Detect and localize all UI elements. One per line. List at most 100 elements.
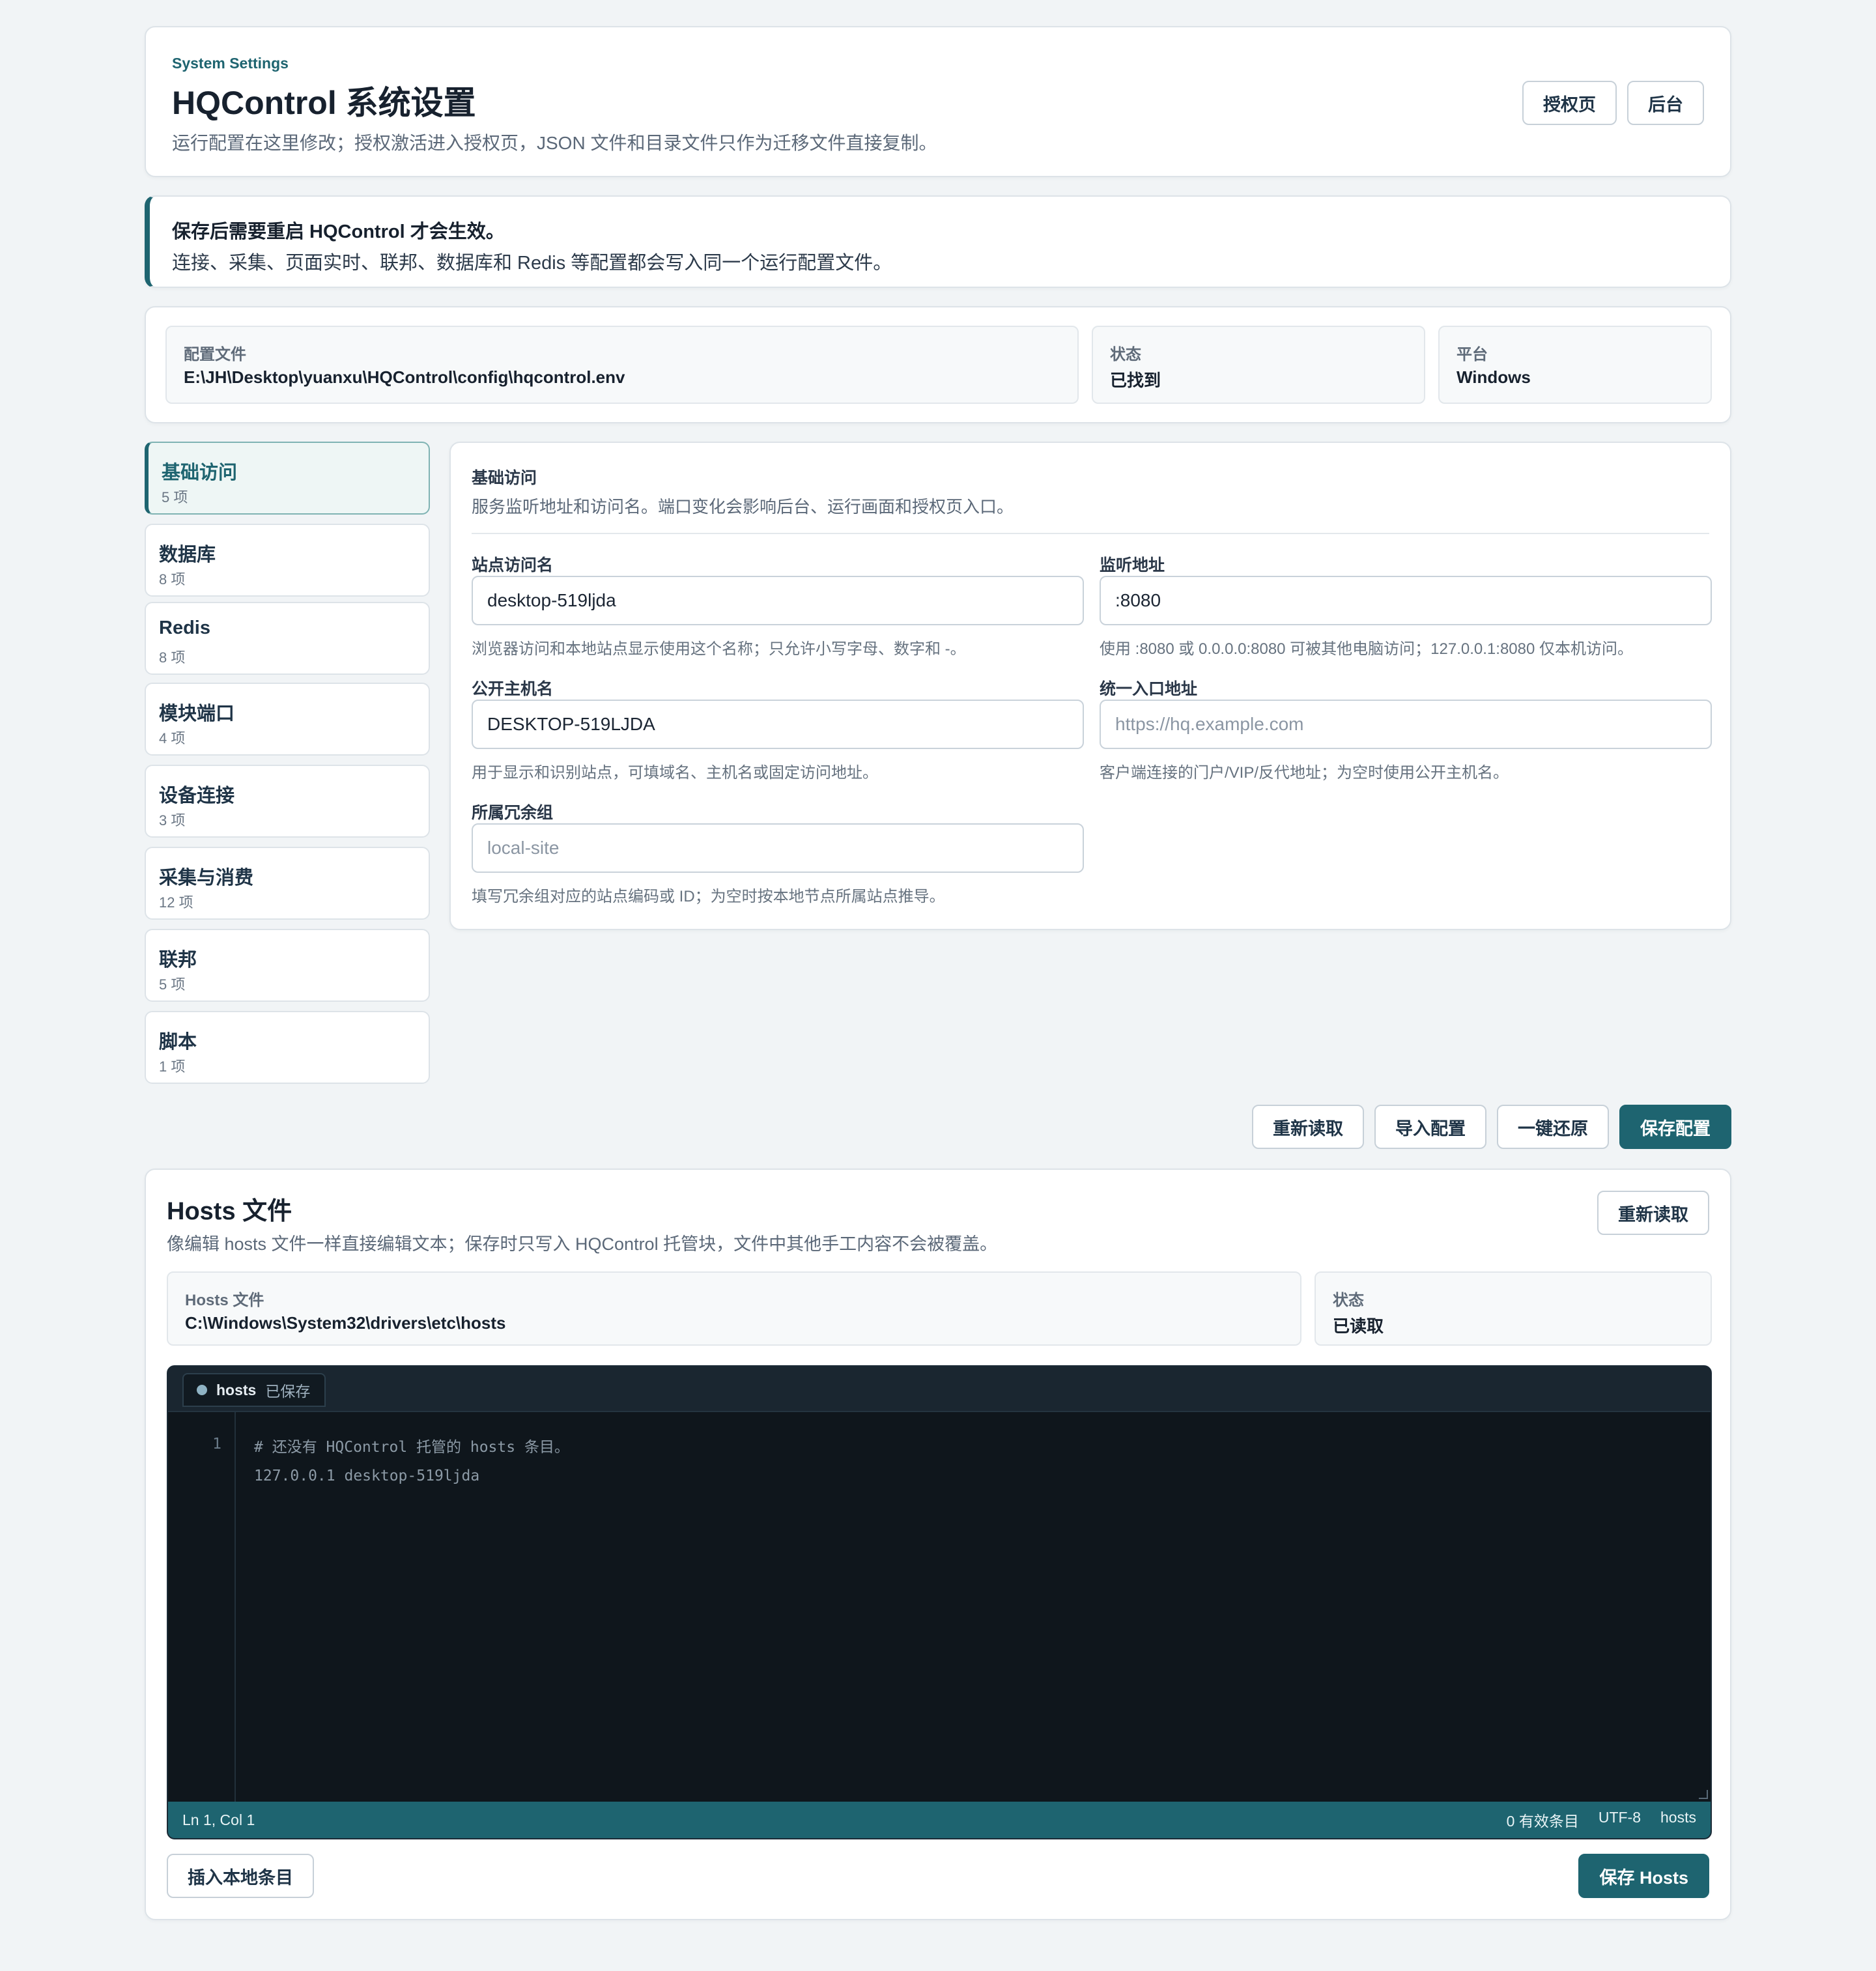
sidebar-item-label: 模块端口: [159, 703, 235, 724]
saved-dot-icon: [197, 1385, 207, 1395]
editor-gutter: 1: [168, 1412, 236, 1802]
form-divider: [472, 533, 1709, 534]
config-file-label: 配置文件: [184, 346, 246, 363]
listen-address-input[interactable]: [1100, 576, 1712, 625]
listen-address-help: 使用 :8080 或 0.0.0.0:8080 可被其他电脑访问；127.0.0…: [1100, 640, 1633, 658]
restart-notice: 保存后需要重启 HQControl 才会生效。 连接、采集、页面实时、联邦、数据…: [145, 195, 1731, 288]
editor-tab-state: 已保存: [265, 1383, 311, 1400]
listen-address-field: 监听地址 使用 :8080 或 0.0.0.0:8080 可被其他电脑访问；12…: [1100, 552, 1712, 659]
page-title: HQControl 系统设置: [172, 85, 476, 121]
sidebar-item-count: 12 项: [159, 894, 193, 911]
sidebar-item-count: 4 项: [159, 730, 186, 746]
sidebar-item-count: 8 项: [159, 649, 186, 666]
platform-value: Windows: [1457, 367, 1531, 387]
redundancy-group-field: 所属冗余组 填写冗余组对应的站点编码或 ID；为空时按本地节点所属站点推导。: [472, 800, 1084, 906]
sidebar-item-device-connection[interactable]: 设备连接 3 项: [145, 765, 430, 838]
redundancy-group-input[interactable]: [472, 823, 1084, 873]
config-status-tile: 状态 已找到: [1092, 326, 1425, 404]
site-name-field: 站点访问名 浏览器访问和本地站点显示使用这个名称；只允许小写字母、数字和 -。: [472, 552, 1084, 659]
language-label: hosts: [1660, 1809, 1696, 1826]
hosts-title: Hosts 文件: [167, 1198, 292, 1225]
hosts-status-label: 状态: [1333, 1292, 1364, 1309]
reload-hosts-button[interactable]: 重新读取: [1597, 1191, 1709, 1235]
sidebar-item-count: 8 项: [159, 571, 186, 588]
header-actions: 授权页 后台: [1522, 81, 1704, 125]
encoding-label: UTF-8: [1598, 1809, 1642, 1826]
editor-status-bar: Ln 1, Col 1 0 有效条目 UTF-8 hosts: [168, 1802, 1711, 1838]
config-actions: 重新读取 导入配置 一键还原 保存配置: [1252, 1105, 1731, 1149]
editor-tab-name: hosts: [216, 1381, 257, 1398]
redundancy-group-help: 填写冗余组对应的站点编码或 ID；为空时按本地节点所属站点推导。: [472, 888, 945, 905]
form-description: 服务监听地址和访问名。端口变化会影响后台、运行画面和授权页入口。: [472, 497, 1014, 517]
sidebar-item-federation[interactable]: 联邦 5 项: [145, 929, 430, 1002]
sidebar-item-collect-consume[interactable]: 采集与消费 12 项: [145, 847, 430, 920]
sidebar-item-module-ports[interactable]: 模块端口 4 项: [145, 683, 430, 756]
hosts-description: 像编辑 hosts 文件一样直接编辑文本；保存时只写入 HQControl 托管…: [167, 1234, 998, 1254]
sidebar-item-basic-access[interactable]: 基础访问 5 项: [145, 442, 430, 515]
sidebar-item-count: 5 项: [162, 489, 188, 505]
hosts-status-value: 已读取: [1333, 1316, 1384, 1336]
config-status-label: 状态: [1110, 346, 1141, 363]
editor-tab-hosts[interactable]: hosts 已保存: [182, 1373, 326, 1407]
notice-body: 连接、采集、页面实时、联邦、数据库和 Redis 等配置都会写入同一个运行配置文…: [172, 253, 892, 274]
sidebar-item-label: 脚本: [159, 1032, 197, 1053]
sidebar-item-label: 基础访问: [162, 462, 238, 483]
entry-url-field: 统一入口地址 客户端连接的门户/VIP/反代地址；为空时使用公开主机名。: [1100, 676, 1712, 782]
import-config-button[interactable]: 导入配置: [1374, 1105, 1486, 1149]
header-eyebrow: System Settings: [172, 55, 289, 72]
restore-config-button[interactable]: 一键还原: [1497, 1105, 1609, 1149]
cursor-position: Ln 1, Col 1: [182, 1811, 255, 1828]
notice-title: 保存后需要重启 HQControl 才会生效。: [172, 221, 505, 242]
sidebar-item-database[interactable]: 数据库 8 项: [145, 524, 430, 597]
public-host-help: 用于显示和识别站点，可填域名、主机名或固定访问地址。: [472, 764, 878, 782]
sidebar-item-count: 3 项: [159, 812, 186, 829]
admin-button[interactable]: 后台: [1627, 81, 1704, 125]
insert-local-entry-button[interactable]: 插入本地条目: [167, 1854, 314, 1898]
reload-config-button[interactable]: 重新读取: [1252, 1105, 1364, 1149]
sidebar-item-label: 采集与消费: [159, 868, 254, 888]
sidebar-item-script[interactable]: 脚本 1 项: [145, 1011, 430, 1084]
site-name-label: 站点访问名: [472, 556, 554, 574]
resize-handle-icon[interactable]: [1699, 1790, 1708, 1799]
public-host-field: 公开主机名 用于显示和识别站点，可填域名、主机名或固定访问地址。: [472, 676, 1084, 782]
platform-label: 平台: [1457, 346, 1488, 363]
hosts-status-tile: 状态 已读取: [1315, 1271, 1712, 1346]
hosts-file-label: Hosts 文件: [185, 1292, 264, 1309]
valid-entries-count: 0 有效条目: [1506, 1813, 1579, 1830]
sidebar-item-label: Redis: [159, 617, 210, 638]
line-number: 1: [212, 1436, 221, 1453]
listen-address-label: 监听地址: [1100, 556, 1165, 574]
sidebar-item-label: 数据库: [159, 545, 216, 565]
status-right: 0 有效条目 UTF-8 hosts: [1507, 1809, 1696, 1831]
sidebar-item-count: 1 项: [159, 1058, 186, 1075]
sidebar-item-count: 5 项: [159, 976, 186, 993]
editor-tab-bar: hosts 已保存: [168, 1367, 1711, 1412]
platform-tile: 平台 Windows: [1438, 326, 1712, 404]
config-file-path: E:\JH\Desktop\yuanxu\HQControl\config\hq…: [184, 367, 625, 387]
public-host-label: 公开主机名: [472, 680, 554, 698]
hosts-file-path: C:\Windows\System32\drivers\etc\hosts: [185, 1313, 506, 1333]
sidebar-item-redis[interactable]: Redis 8 项: [145, 602, 430, 675]
sidebar-item-label: 设备连接: [159, 786, 235, 806]
editor-text-area[interactable]: # 还没有 HQControl 托管的 hosts 条目。 127.0.0.1 …: [254, 1433, 569, 1490]
basic-access-form: 基础访问 服务监听地址和访问名。端口变化会影响后台、运行画面和授权页入口。 站点…: [449, 442, 1731, 930]
sidebar-item-label: 联邦: [159, 950, 197, 971]
site-name-input[interactable]: [472, 576, 1084, 625]
form-title: 基础访问: [472, 469, 537, 487]
license-page-button[interactable]: 授权页: [1522, 81, 1617, 125]
config-info-panel: 配置文件 E:\JH\Desktop\yuanxu\HQControl\conf…: [145, 306, 1731, 423]
hosts-editor[interactable]: hosts 已保存 1 # 还没有 HQControl 托管的 hosts 条目…: [167, 1365, 1712, 1839]
site-name-help: 浏览器访问和本地站点显示使用这个名称；只允许小写字母、数字和 -。: [472, 640, 966, 658]
entry-url-input[interactable]: [1100, 700, 1712, 749]
save-config-button[interactable]: 保存配置: [1619, 1105, 1731, 1149]
hosts-panel: Hosts 文件 像编辑 hosts 文件一样直接编辑文本；保存时只写入 HQC…: [145, 1169, 1731, 1920]
public-host-input[interactable]: [472, 700, 1084, 749]
redundancy-group-label: 所属冗余组: [472, 804, 554, 822]
page-subtitle: 运行配置在这里修改；授权激活进入授权页，JSON 文件和目录文件只作为迁移文件直…: [172, 133, 937, 153]
save-hosts-button[interactable]: 保存 Hosts: [1578, 1854, 1709, 1898]
hosts-file-tile: Hosts 文件 C:\Windows\System32\drivers\etc…: [167, 1271, 1301, 1346]
page-header: System Settings HQControl 系统设置 运行配置在这里修改…: [145, 26, 1731, 177]
entry-url-label: 统一入口地址: [1100, 680, 1198, 698]
entry-url-help: 客户端连接的门户/VIP/反代地址；为空时使用公开主机名。: [1100, 764, 1509, 782]
config-status-value: 已找到: [1110, 371, 1161, 390]
